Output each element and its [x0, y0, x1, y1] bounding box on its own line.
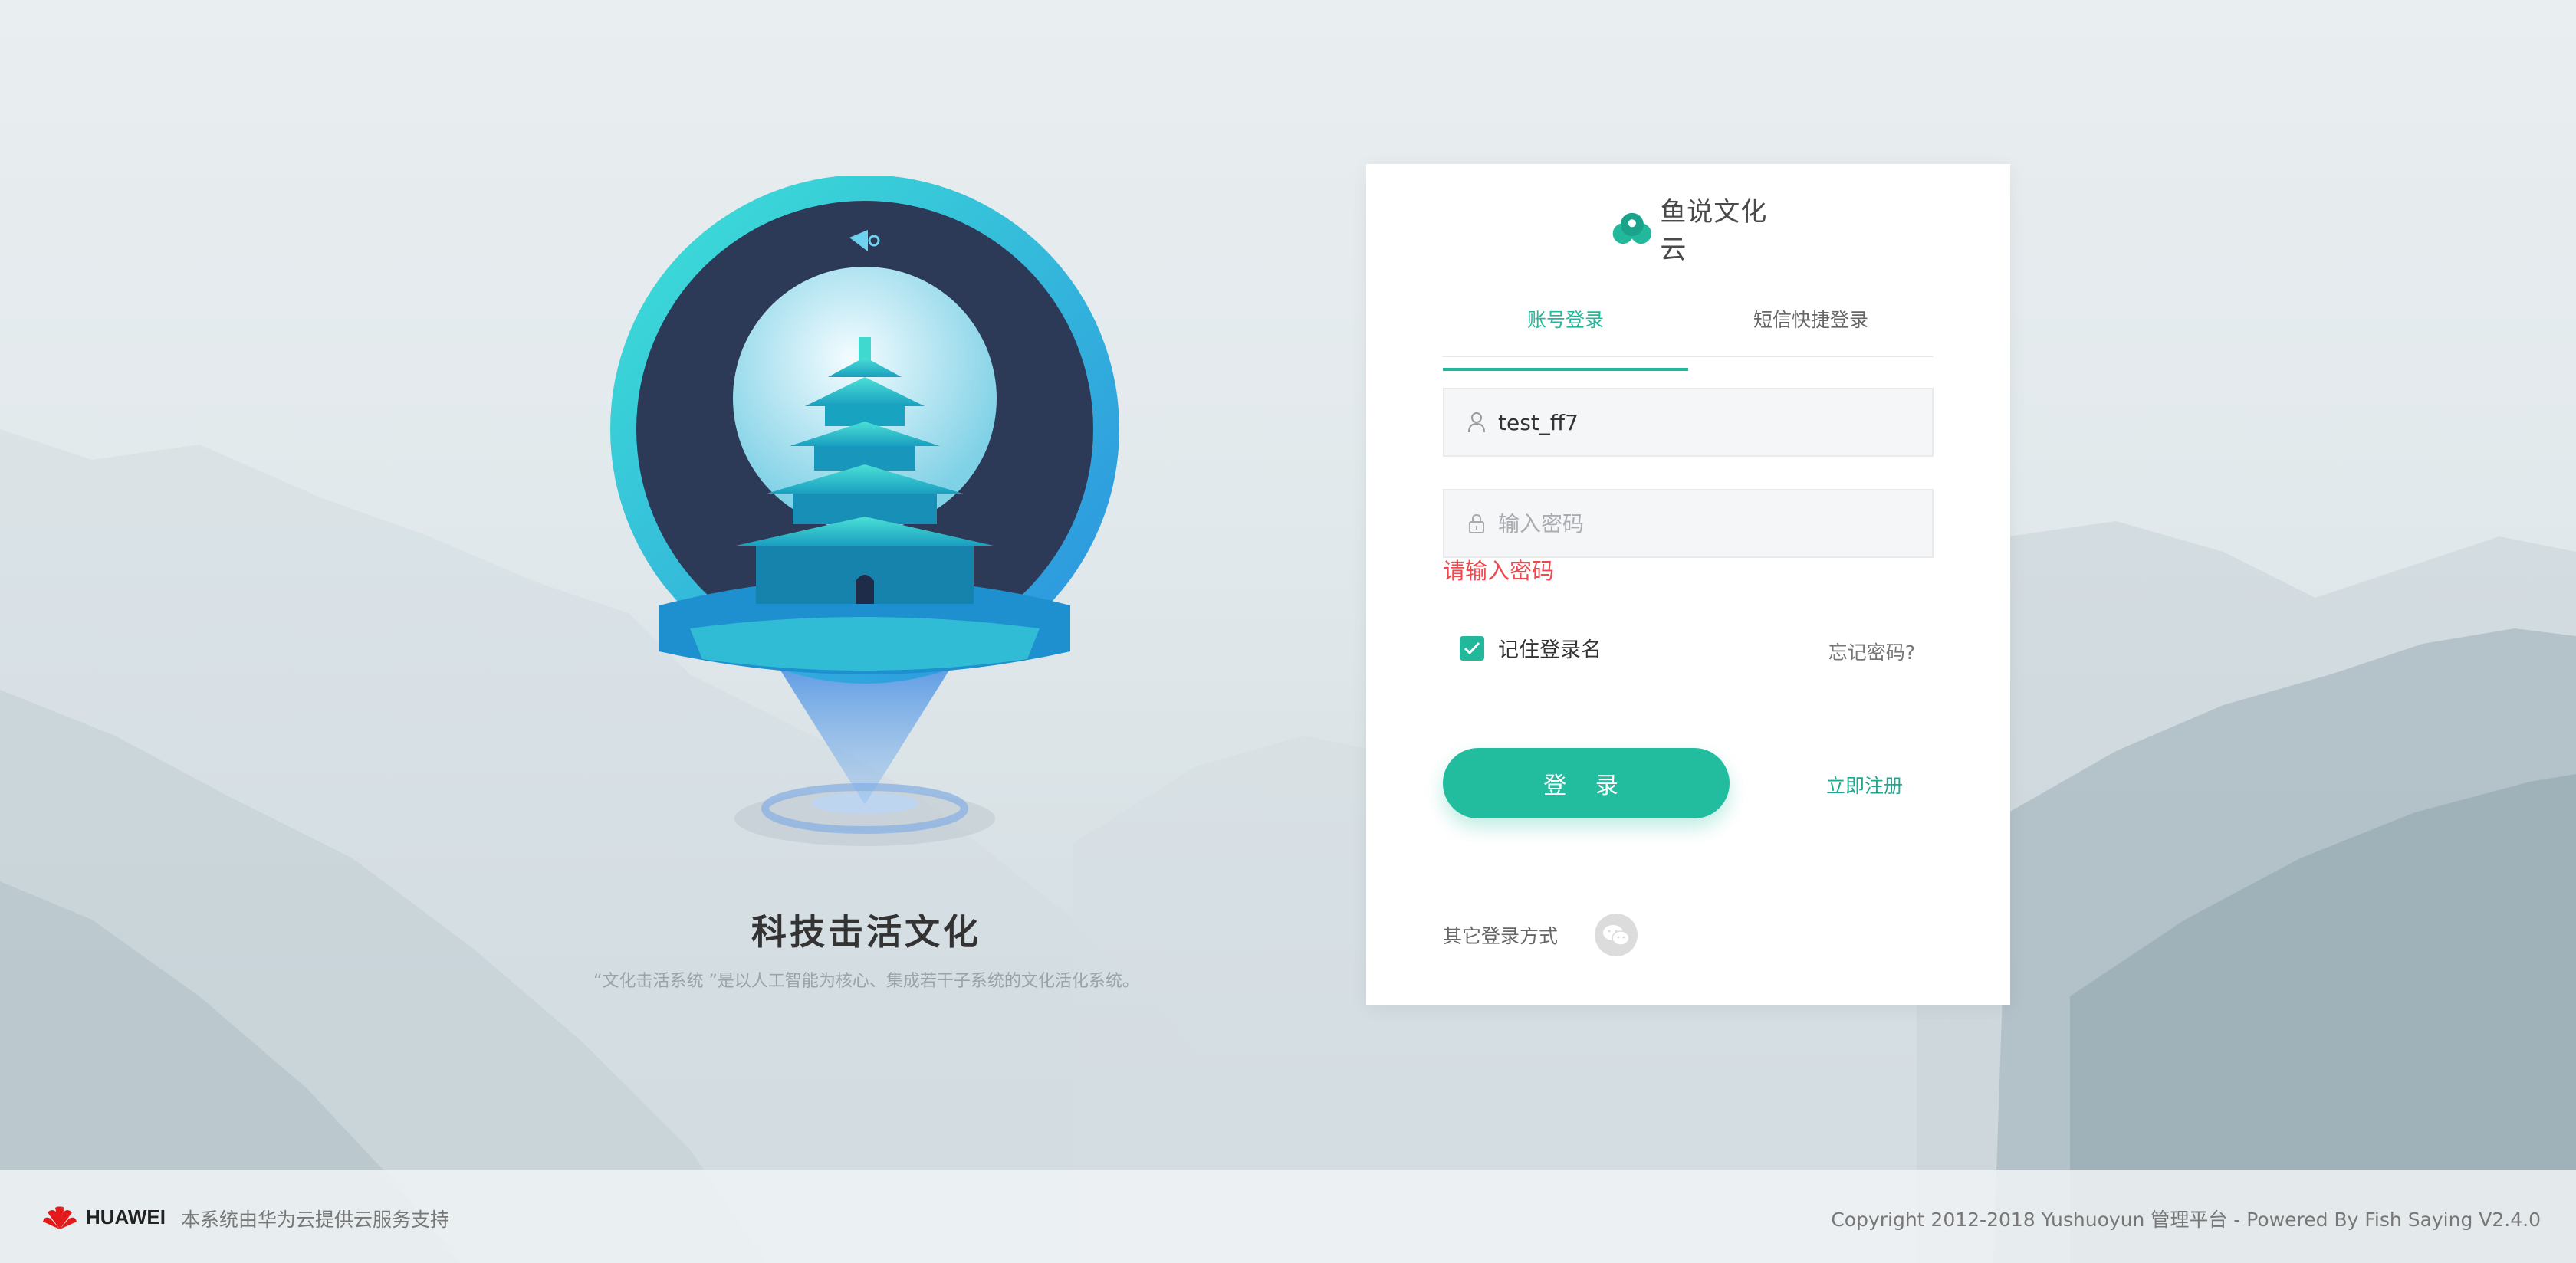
- login-button[interactable]: 登 录: [1443, 748, 1730, 818]
- lock-icon: [1464, 511, 1489, 536]
- password-input[interactable]: [1497, 510, 1932, 537]
- other-login-label: 其它登录方式: [1443, 925, 1559, 947]
- hero-slogan: 科技击活文化: [751, 911, 981, 953]
- mountain-background: [0, 429, 2576, 1263]
- username-input[interactable]: [1497, 408, 1932, 436]
- hero-section: 科技击活文化 “文化击活系统 ”是以人工智能为核心、集成若干子系统的文化活化系统…: [593, 176, 1139, 1019]
- wechat-login-icon[interactable]: [1595, 914, 1638, 956]
- password-field[interactable]: [1443, 489, 1934, 558]
- hero-subtitle: “文化击活系统 ”是以人工智能为核心、集成若干子系统的文化活化系统。: [593, 972, 1139, 991]
- username-field[interactable]: [1443, 388, 1934, 457]
- checkbox-checked-icon[interactable]: [1460, 635, 1484, 661]
- footer: HUAWEI 本系统由华为云提供云服务支持 Copyright 2012-201…: [0, 1170, 2576, 1263]
- brand-logo-text: 鱼说文化云: [1660, 197, 1768, 265]
- brand-logo: 鱼说文化云: [1612, 197, 1773, 265]
- tab-sms-login[interactable]: 短信快捷登录: [1688, 299, 1934, 356]
- pagoda-pin-illustration: [610, 176, 1119, 846]
- copyright-text: Copyright 2012-2018 Yushuoyun 管理平台 - Pow…: [1831, 1209, 2541, 1231]
- remember-username-label: 记住登录名: [1498, 638, 1602, 662]
- cloud-pin-logo-icon: [1612, 212, 1651, 244]
- huawei-brand: HUAWEI: [41, 1203, 166, 1231]
- user-icon: [1464, 410, 1489, 435]
- cloud-support-text: 本系统由华为云提供云服务支持: [181, 1209, 450, 1231]
- huawei-brand-text: HUAWEI: [86, 1205, 166, 1229]
- remember-username-checkbox[interactable]: 记住登录名: [1460, 633, 1602, 663]
- register-link[interactable]: 立即注册: [1826, 771, 1903, 799]
- huawei-logo-icon: [43, 1206, 77, 1229]
- forgot-password-link[interactable]: 忘记密码?: [1829, 638, 1915, 665]
- login-card: 鱼说文化云 账号登录 短信快捷登录 请输入密码: [1366, 164, 2010, 1005]
- password-error-message: 请输入密码: [1443, 558, 1555, 584]
- login-tabs: 账号登录 短信快捷登录: [1443, 299, 1934, 371]
- tab-account-login[interactable]: 账号登录: [1443, 299, 1688, 371]
